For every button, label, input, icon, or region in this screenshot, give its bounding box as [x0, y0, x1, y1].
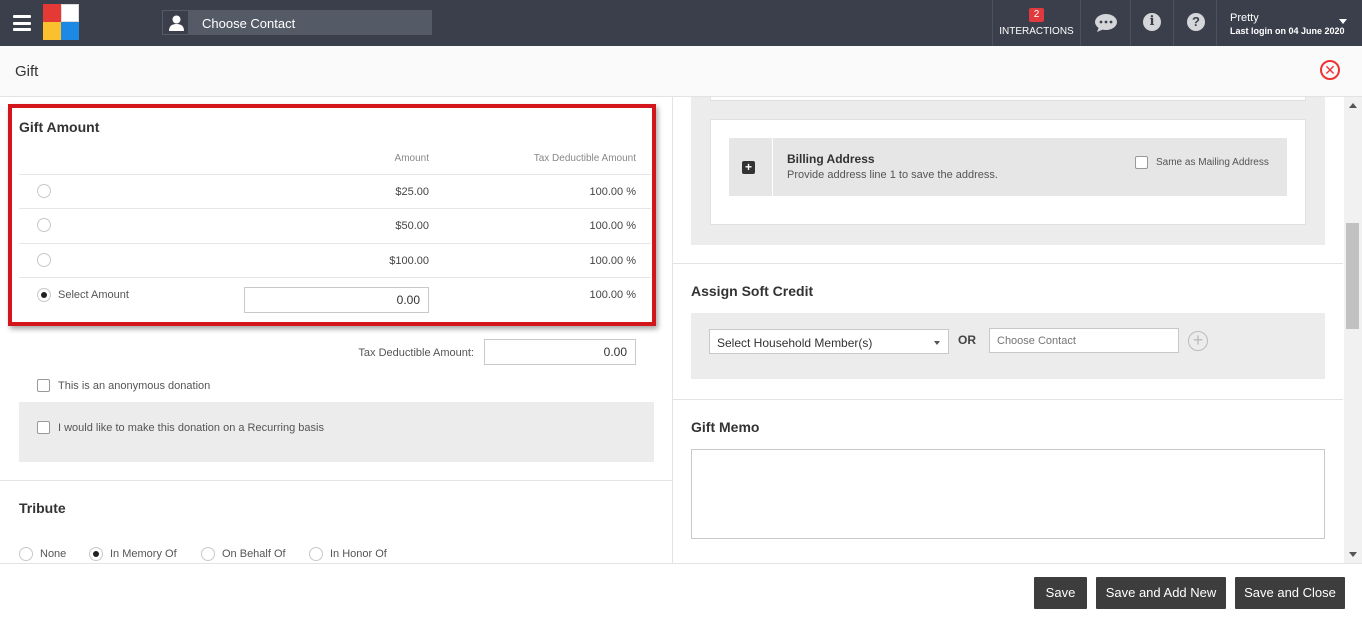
- info-button[interactable]: i: [1131, 0, 1173, 46]
- dialog-header: Gift ✕: [0, 46, 1362, 97]
- same-as-mailing-label: Same as Mailing Address: [1156, 157, 1269, 168]
- tribute-option-label: None: [40, 548, 67, 560]
- divider: [0, 480, 672, 481]
- plus-icon: +: [742, 161, 755, 174]
- app-logo[interactable]: [43, 4, 79, 41]
- chevron-down-icon[interactable]: [1339, 19, 1347, 24]
- help-button[interactable]: ?: [1174, 0, 1216, 46]
- chat-button[interactable]: [1081, 0, 1130, 46]
- billing-subtitle: Provide address line 1 to save the addre…: [787, 169, 998, 181]
- tribute-option-label: On Behalf Of: [222, 548, 286, 560]
- anonymous-checkbox[interactable]: [37, 379, 50, 392]
- billing-address-row: + Billing Address Provide address line 1…: [729, 138, 1287, 196]
- save-and-add-new-button[interactable]: Save and Add New: [1096, 577, 1226, 609]
- hamburger-icon[interactable]: [13, 15, 31, 31]
- interactions-button[interactable]: 2 INTERACTIONS: [993, 0, 1080, 46]
- close-icon[interactable]: ✕: [1320, 60, 1340, 80]
- soft-credit-contact-input[interactable]: [989, 328, 1179, 353]
- tax-deductible-label: Tax Deductible Amount:: [358, 347, 474, 359]
- user-name: Pretty: [1230, 12, 1259, 24]
- tribute-radio-in-memory[interactable]: [89, 547, 103, 561]
- help-icon: ?: [1187, 13, 1205, 31]
- recurring-label: I would like to make this donation on a …: [58, 422, 324, 434]
- chat-icon: [1095, 14, 1117, 32]
- contact-picker[interactable]: Choose Contact: [162, 10, 432, 35]
- tax-deductible-input[interactable]: [484, 339, 636, 365]
- info-icon: i: [1143, 13, 1161, 31]
- save-and-close-button[interactable]: Save and Close: [1235, 577, 1345, 609]
- user-menu[interactable]: Pretty Last login on 04 June 2020: [1230, 12, 1345, 36]
- recurring-checkbox[interactable]: [37, 421, 50, 434]
- save-button[interactable]: Save: [1034, 577, 1087, 609]
- scroll-up-icon[interactable]: [1349, 103, 1357, 108]
- scroll-down-icon[interactable]: [1349, 552, 1357, 557]
- household-member-placeholder: Select Household Member(s): [717, 336, 873, 350]
- gift-memo-textarea[interactable]: [691, 449, 1325, 539]
- gift-amount-highlight: [8, 104, 656, 326]
- contact-picker-label: Choose Contact: [202, 16, 296, 31]
- soft-credit-title: Assign Soft Credit: [691, 283, 814, 299]
- column-divider: [672, 97, 673, 563]
- add-soft-credit-icon[interactable]: +: [1188, 331, 1208, 351]
- same-as-mailing-checkbox[interactable]: [1135, 156, 1148, 169]
- divider: [673, 399, 1343, 400]
- interactions-badge: 2: [1029, 8, 1044, 22]
- scrollbar[interactable]: [1344, 97, 1362, 563]
- gift-memo-title: Gift Memo: [691, 419, 760, 435]
- tribute-radio-in-honor[interactable]: [309, 547, 323, 561]
- divider: [1216, 0, 1217, 46]
- anonymous-label: This is an anonymous donation: [58, 380, 211, 392]
- person-icon: [162, 10, 189, 35]
- tribute-option-label: In Honor Of: [330, 548, 387, 560]
- divider: [673, 263, 1343, 264]
- chevron-down-icon: [934, 341, 940, 345]
- tribute-option-label: In Memory Of: [110, 548, 177, 560]
- last-login: Last login on 04 June 2020: [1230, 26, 1345, 36]
- or-label: OR: [958, 333, 976, 347]
- household-member-select[interactable]: Select Household Member(s): [709, 329, 949, 354]
- billing-title: Billing Address: [787, 152, 875, 166]
- dialog-footer: Save Save and Add New Save and Close: [0, 563, 1362, 623]
- page-title: Gift: [15, 63, 39, 80]
- tribute-title: Tribute: [19, 500, 66, 516]
- tribute-radio-none[interactable]: [19, 547, 33, 561]
- mailing-address-box: [710, 97, 1306, 101]
- expand-billing-button[interactable]: +: [729, 138, 773, 196]
- top-bar: Choose Contact 2 INTERACTIONS i ? Pretty…: [0, 0, 1362, 46]
- interactions-label: INTERACTIONS: [999, 26, 1074, 37]
- tribute-radio-on-behalf[interactable]: [201, 547, 215, 561]
- scrollbar-thumb[interactable]: [1346, 223, 1359, 329]
